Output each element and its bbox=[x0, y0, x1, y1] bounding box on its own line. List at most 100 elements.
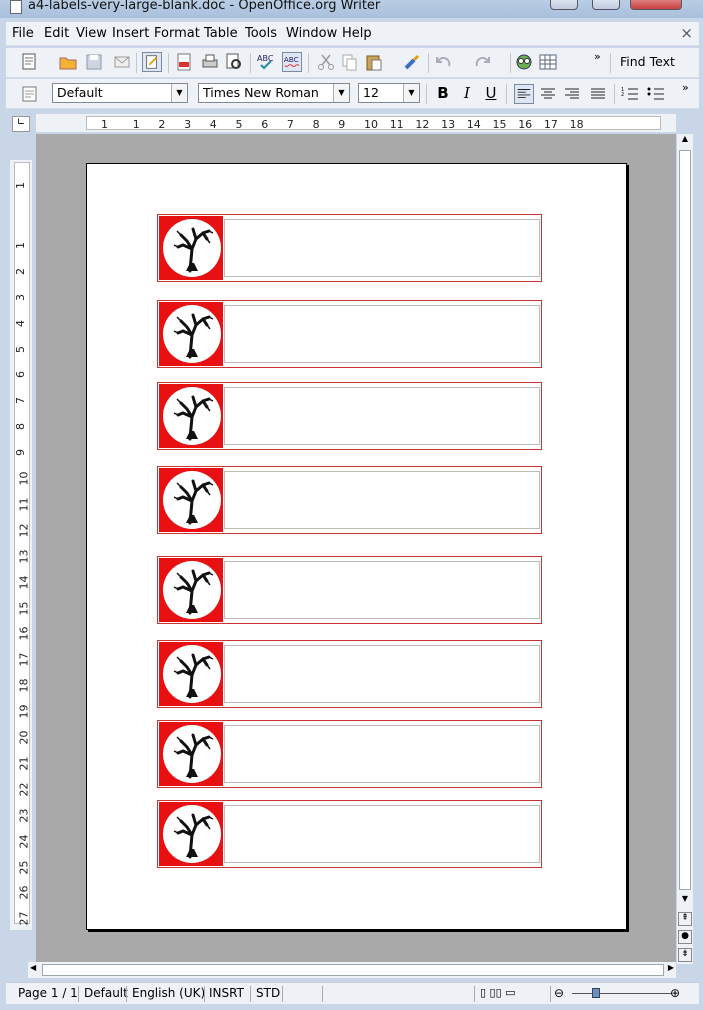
toolbar-overflow-icon[interactable]: » bbox=[594, 50, 601, 63]
copy-icon[interactable] bbox=[340, 52, 360, 72]
bullets-icon[interactable] bbox=[646, 84, 666, 104]
font-size-select[interactable]: 12 ▼ bbox=[358, 83, 420, 103]
print-icon[interactable] bbox=[200, 52, 220, 72]
status-language[interactable]: English (UK) bbox=[132, 986, 205, 1000]
minimize-button[interactable] bbox=[550, 0, 578, 10]
close-document-button[interactable]: × bbox=[680, 24, 693, 42]
insert-table-icon[interactable] bbox=[538, 52, 558, 72]
menu-file[interactable]: File bbox=[12, 26, 34, 41]
address-label[interactable] bbox=[157, 800, 542, 868]
address-label[interactable] bbox=[157, 556, 542, 624]
label-text-area[interactable] bbox=[224, 387, 540, 445]
label-text-area[interactable] bbox=[224, 561, 540, 619]
address-label[interactable] bbox=[157, 720, 542, 788]
vertical-ruler[interactable]: 1 1 2 3 4 5 6 7 8 9 10 11 12 13 14 15 16 17 18 19 20 21 22 23 24… bbox=[10, 160, 32, 930]
zoom-slider[interactable] bbox=[572, 993, 672, 994]
menu-edit[interactable]: Edit bbox=[44, 26, 69, 41]
label-text-area[interactable] bbox=[224, 725, 540, 783]
ruler-v-number: 24 bbox=[17, 834, 31, 849]
italic-button[interactable]: I bbox=[456, 83, 478, 103]
ruler-v-number: 10 bbox=[17, 471, 31, 486]
paragraph-style-select[interactable]: Default ▼ bbox=[52, 83, 188, 103]
ruler-v-number: 6 bbox=[14, 371, 27, 379]
spellcheck-icon[interactable]: ABC bbox=[256, 52, 276, 72]
horizontal-scrollbar[interactable]: ◀ ▶ bbox=[28, 962, 676, 978]
label-text-area[interactable] bbox=[224, 471, 540, 529]
edit-mode-icon[interactable] bbox=[142, 52, 162, 72]
scroll-left-icon[interactable]: ◀ bbox=[30, 963, 36, 972]
align-right-icon[interactable] bbox=[562, 84, 582, 104]
scroll-down-icon[interactable]: ▼ bbox=[678, 894, 692, 908]
align-center-icon[interactable] bbox=[538, 84, 558, 104]
address-label[interactable] bbox=[157, 214, 542, 282]
bold-button[interactable]: B bbox=[432, 83, 454, 103]
status-page-style[interactable]: Default bbox=[84, 986, 128, 1000]
menu-insert[interactable]: Insert bbox=[112, 26, 149, 41]
justify-icon[interactable] bbox=[588, 84, 608, 104]
ruler-v-number: 9 bbox=[14, 449, 27, 457]
find-text-label[interactable]: Find Text bbox=[620, 54, 675, 69]
status-insert-mode[interactable]: INSRT bbox=[209, 986, 244, 1000]
document-page[interactable] bbox=[86, 163, 627, 930]
menu-view[interactable]: View bbox=[76, 26, 107, 41]
open-folder-icon[interactable] bbox=[58, 52, 78, 72]
horizontal-ruler[interactable]: 1 1 2 3 4 5 6 7 8 9 10 11 12 13 14 15 16 17 18 bbox=[36, 114, 676, 132]
scroll-up-icon[interactable]: ▲ bbox=[678, 134, 692, 148]
ruler-v-number: 21 bbox=[17, 756, 31, 771]
view-layout-icons[interactable]: ▯ ▯▯ ▭ bbox=[480, 986, 516, 999]
zoom-slider-thumb[interactable] bbox=[592, 988, 600, 998]
menu-table[interactable]: Table bbox=[204, 26, 238, 41]
horizontal-scroll-thumb[interactable] bbox=[42, 964, 664, 976]
document-workspace bbox=[36, 134, 676, 964]
export-pdf-icon[interactable] bbox=[174, 52, 194, 72]
label-text-area[interactable] bbox=[224, 645, 540, 703]
label-text-area[interactable] bbox=[224, 219, 540, 277]
next-page-icon[interactable]: ⇟ bbox=[678, 948, 692, 962]
navigator-icon[interactable] bbox=[514, 52, 534, 72]
paste-icon[interactable] bbox=[364, 52, 384, 72]
autospellcheck-icon[interactable]: ABC bbox=[282, 52, 302, 72]
menu-window[interactable]: Window bbox=[286, 26, 337, 41]
redo-icon[interactable] bbox=[472, 52, 492, 72]
address-label[interactable] bbox=[157, 382, 542, 450]
ruler-h-number: 4 bbox=[209, 118, 217, 131]
label-text-area[interactable] bbox=[224, 305, 540, 363]
new-document-icon[interactable] bbox=[20, 52, 40, 72]
status-page[interactable]: Page 1 / 1 bbox=[18, 986, 78, 1000]
label-accent-panel bbox=[159, 642, 223, 706]
align-left-icon[interactable] bbox=[514, 84, 534, 104]
menu-format[interactable]: Format bbox=[154, 26, 200, 41]
numbering-icon[interactable]: 12 bbox=[620, 84, 640, 104]
navigation-icon[interactable]: ● bbox=[678, 930, 692, 944]
zoom-in-icon[interactable]: ⊕ bbox=[670, 986, 680, 1000]
maximize-button[interactable] bbox=[592, 0, 620, 10]
ruler-h-number: 14 bbox=[466, 118, 481, 131]
previous-page-icon[interactable]: ⇞ bbox=[678, 912, 692, 926]
styles-formatting-icon[interactable] bbox=[20, 84, 40, 104]
vertical-scrollbar[interactable]: ▲ ▼ ⇞ ● ⇟ bbox=[677, 134, 693, 964]
address-label[interactable] bbox=[157, 466, 542, 534]
close-window-button[interactable] bbox=[630, 0, 682, 10]
vertical-scroll-thumb[interactable] bbox=[679, 150, 691, 890]
address-label[interactable] bbox=[157, 640, 542, 708]
undo-icon[interactable] bbox=[434, 52, 454, 72]
scroll-right-icon[interactable]: ▶ bbox=[668, 963, 674, 972]
save-icon[interactable] bbox=[84, 52, 104, 72]
menu-tools[interactable]: Tools bbox=[245, 26, 277, 41]
print-preview-icon[interactable] bbox=[224, 52, 244, 72]
address-label[interactable] bbox=[157, 300, 542, 368]
format-overflow-icon[interactable]: » bbox=[682, 81, 689, 94]
email-icon[interactable] bbox=[112, 52, 132, 72]
status-selection-mode[interactable]: STD bbox=[256, 986, 280, 1000]
formatting-toolbar: Default ▼ Times New Roman ▼ 12 ▼ B I U 1… bbox=[6, 79, 699, 109]
label-accent-panel bbox=[159, 216, 223, 280]
font-name-select[interactable]: Times New Roman ▼ bbox=[198, 83, 350, 103]
zoom-out-icon[interactable]: ⊖ bbox=[554, 986, 564, 1000]
tab-stop-selector[interactable]: ∟ bbox=[12, 116, 30, 132]
menu-help[interactable]: Help bbox=[342, 26, 372, 41]
clone-formatting-icon[interactable] bbox=[402, 52, 422, 72]
label-text-area[interactable] bbox=[224, 805, 540, 863]
ruler-h-number: 1 bbox=[101, 118, 108, 131]
underline-button[interactable]: U bbox=[480, 83, 502, 103]
cut-icon[interactable] bbox=[316, 52, 336, 72]
